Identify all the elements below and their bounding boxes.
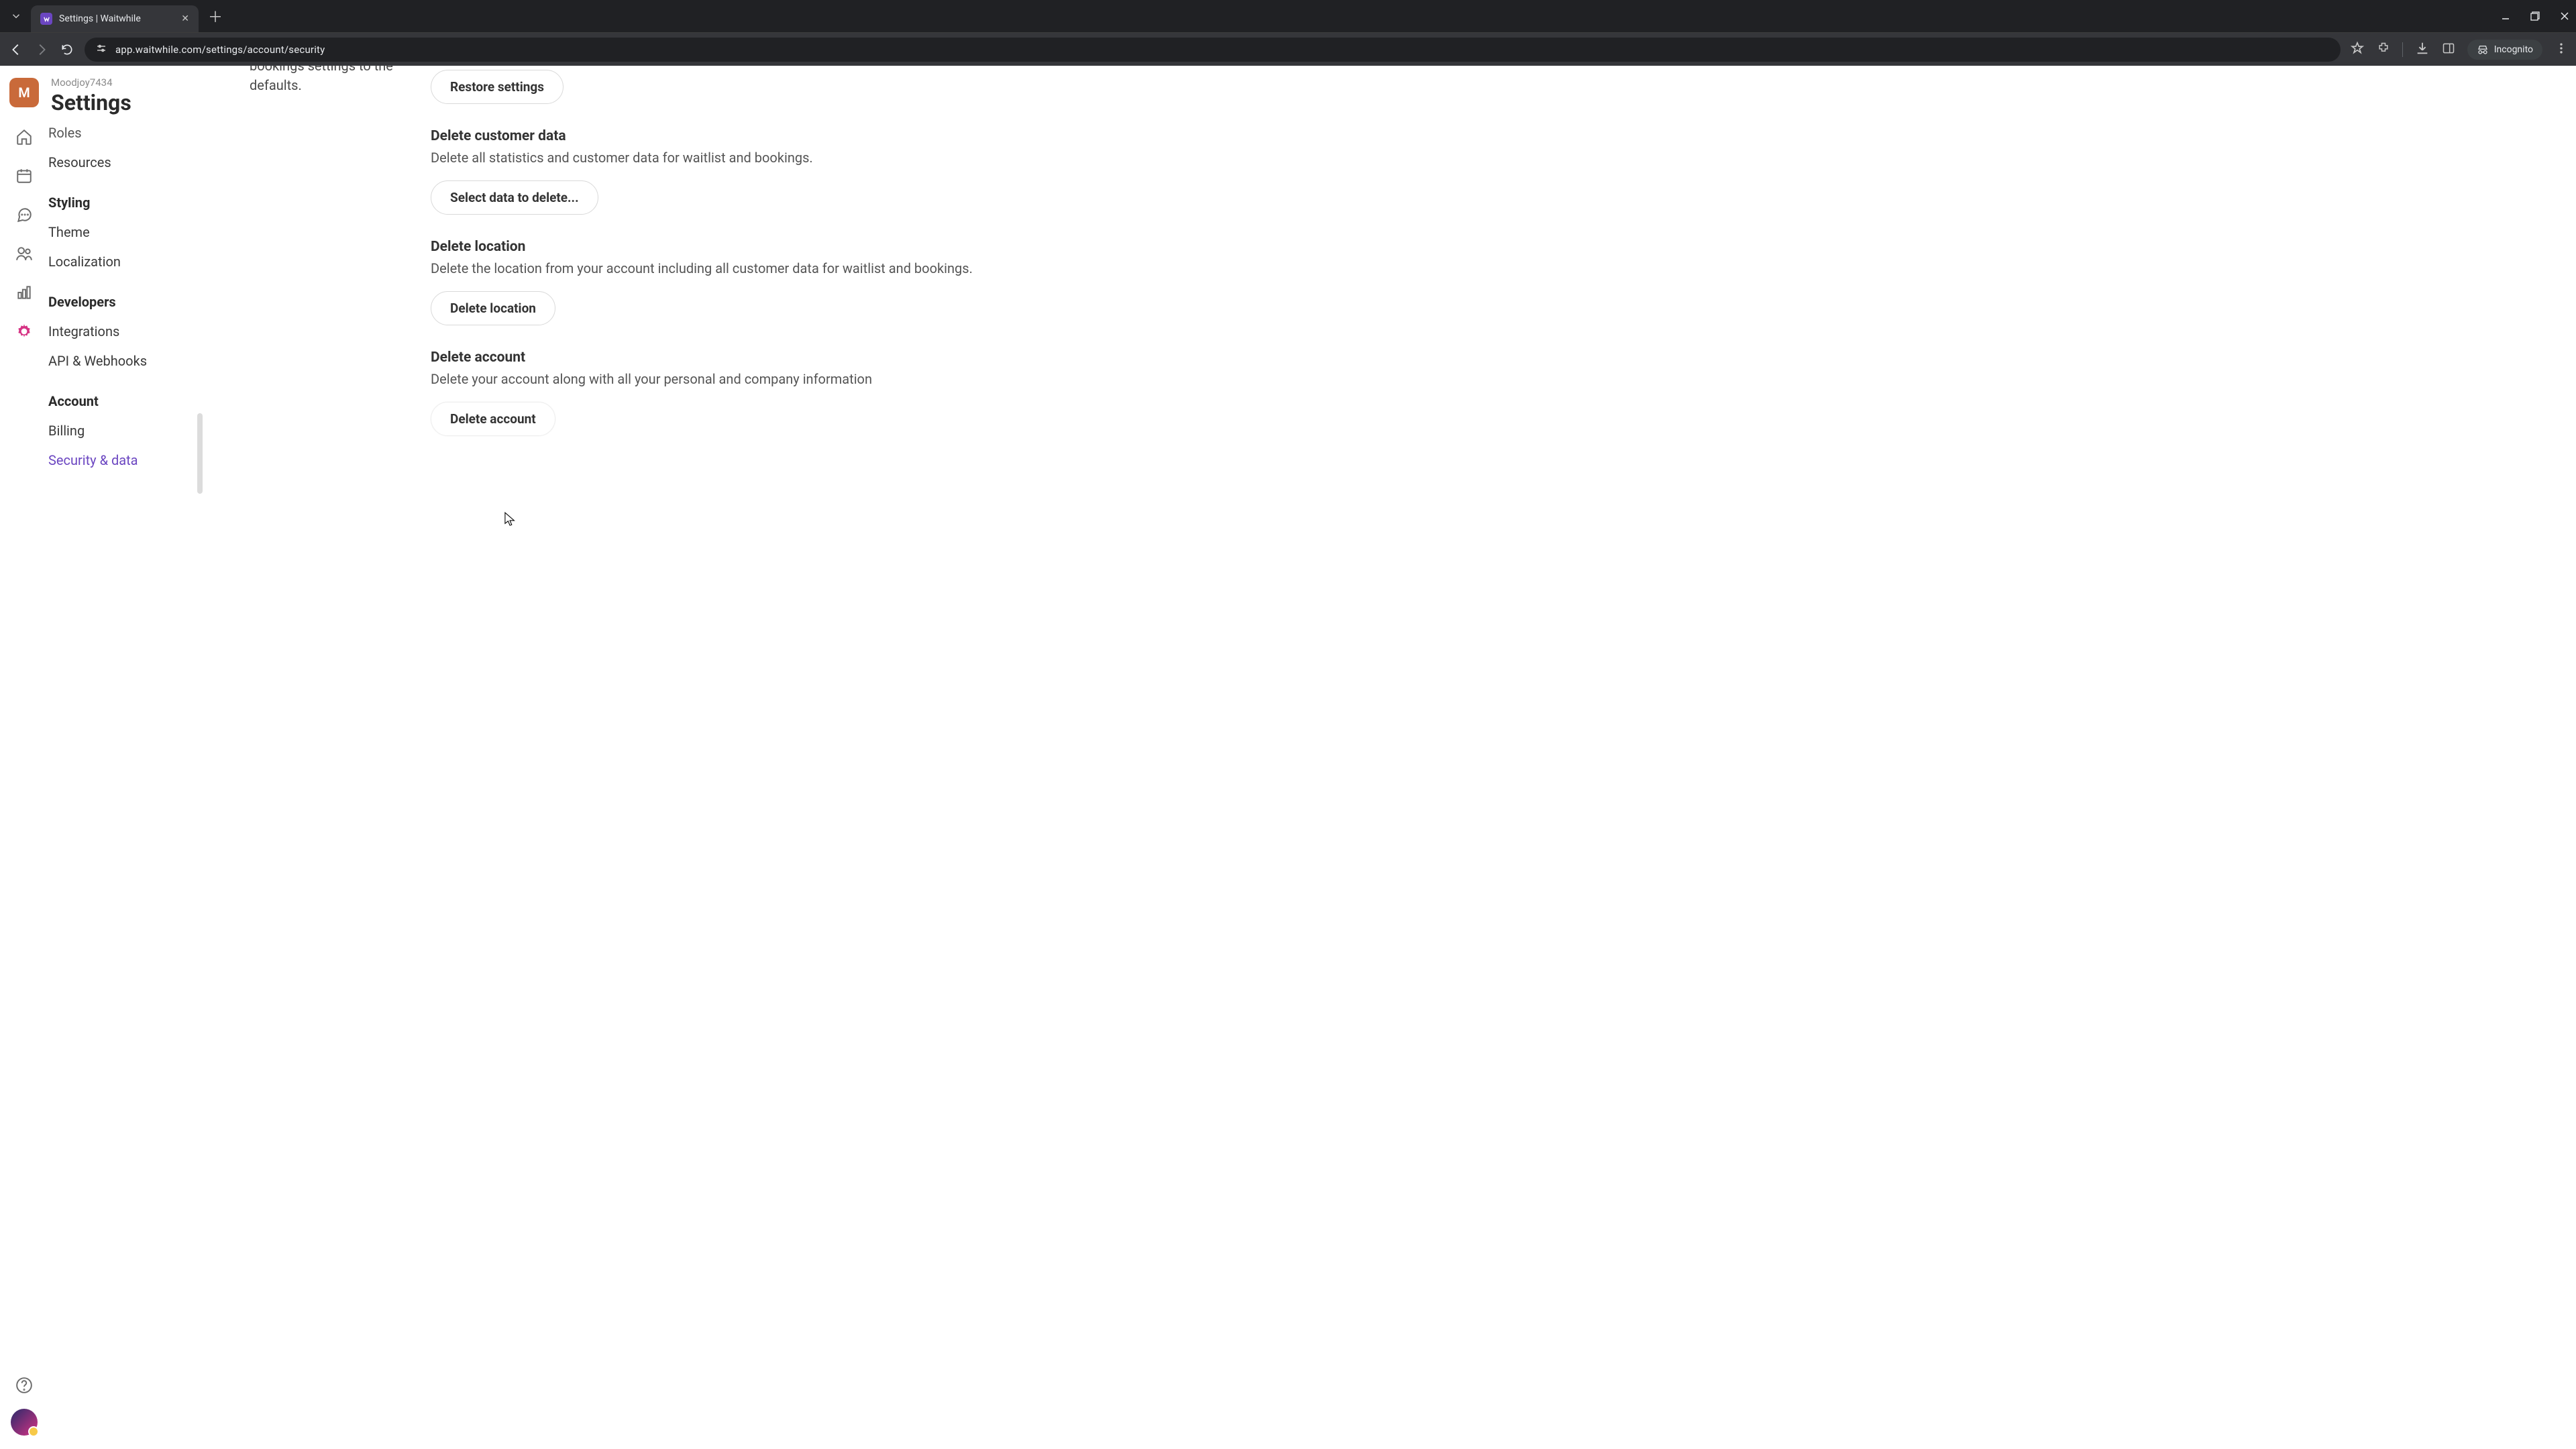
bookmark-star-icon[interactable] xyxy=(2350,41,2365,58)
users-icon[interactable] xyxy=(15,244,34,263)
user-avatar[interactable] xyxy=(11,1409,38,1436)
url-text: app.waitwhile.com/settings/account/secur… xyxy=(115,44,325,56)
sidebar-item-localization[interactable]: Localization xyxy=(48,247,203,276)
sidebar-heading-account: Account xyxy=(48,393,203,409)
sidebar-scrollbar[interactable] xyxy=(197,413,203,494)
settings-gear-icon[interactable] xyxy=(15,322,34,341)
sidebar-item-billing[interactable]: Billing xyxy=(48,416,203,445)
tab-title: Settings | Waitwhile xyxy=(59,13,141,24)
help-icon[interactable] xyxy=(14,1375,34,1395)
delete-account-title: Delete account xyxy=(431,350,981,366)
browser-toolbar: app.waitwhile.com/settings/account/secur… xyxy=(0,32,2576,66)
browser-tab[interactable]: Settings | Waitwhile ✕ xyxy=(31,5,199,32)
downloads-icon[interactable] xyxy=(2415,41,2430,58)
sidebar-item-integrations[interactable]: Integrations xyxy=(48,317,203,346)
tab-search-dropdown[interactable] xyxy=(7,7,25,25)
section-description-column: bookings settings to the defaults. xyxy=(250,66,404,436)
app-icon-rail: M xyxy=(0,66,48,1449)
sidebar-item-api[interactable]: API & Webhooks xyxy=(48,346,203,376)
chat-icon[interactable] xyxy=(15,205,34,224)
extensions-icon[interactable] xyxy=(2377,42,2390,58)
incognito-label: Incognito xyxy=(2494,44,2533,55)
analytics-icon[interactable] xyxy=(15,283,34,302)
maximize-button[interactable] xyxy=(2530,11,2540,21)
select-data-to-delete-button[interactable]: Select data to delete... xyxy=(431,180,598,215)
window-controls xyxy=(2501,11,2569,21)
sidebar-item-resources[interactable]: Resources xyxy=(48,148,203,177)
delete-account-desc: Delete your account along with all your … xyxy=(431,370,981,388)
delete-customer-data-desc: Delete all statistics and customer data … xyxy=(431,148,981,167)
delete-customer-data-title: Delete customer data xyxy=(431,128,981,144)
sidebar-item-roles[interactable]: Roles xyxy=(48,125,203,148)
waitwhile-favicon xyxy=(40,13,52,25)
site-settings-icon[interactable] xyxy=(95,42,107,57)
address-bar[interactable]: app.waitwhile.com/settings/account/secur… xyxy=(85,38,2341,62)
reload-button[interactable] xyxy=(59,42,75,58)
sidepanel-icon[interactable] xyxy=(2442,42,2455,58)
home-icon[interactable] xyxy=(15,127,34,146)
close-window-button[interactable] xyxy=(2560,11,2569,21)
workspace-name: Moodjoy7434 xyxy=(48,76,203,89)
settings-sidebar: Moodjoy7434 Settings Roles Resources Sty… xyxy=(48,66,203,1449)
browser-tabstrip: Settings | Waitwhile ✕ ＋ xyxy=(0,0,2576,32)
sidebar-item-theme[interactable]: Theme xyxy=(48,217,203,247)
sidebar-heading-styling: Styling xyxy=(48,195,203,211)
minimize-button[interactable] xyxy=(2501,11,2510,21)
chrome-menu-icon[interactable] xyxy=(2555,42,2568,58)
back-button[interactable] xyxy=(8,42,24,58)
workspace-avatar[interactable]: M xyxy=(9,78,39,107)
toolbar-divider xyxy=(2402,42,2403,57)
delete-account-button[interactable]: Delete account xyxy=(431,402,555,436)
tab-close-icon[interactable]: ✕ xyxy=(181,13,189,24)
incognito-badge[interactable]: Incognito xyxy=(2467,40,2542,60)
forward-button[interactable] xyxy=(34,42,50,58)
new-tab-button[interactable]: ＋ xyxy=(208,5,223,27)
sidebar-item-security[interactable]: Security & data xyxy=(48,445,203,475)
restore-description-partial: bookings settings to the defaults. xyxy=(250,66,404,95)
page-title: Settings xyxy=(48,90,203,115)
sidebar-heading-developers: Developers xyxy=(48,294,203,310)
restore-settings-button[interactable]: Restore settings xyxy=(431,70,564,104)
calendar-icon[interactable] xyxy=(15,166,34,185)
delete-location-desc: Delete the location from your account in… xyxy=(431,259,981,278)
delete-location-button[interactable]: Delete location xyxy=(431,291,555,325)
main-content: bookings settings to the defaults. Resto… xyxy=(203,66,2576,1449)
delete-location-title: Delete location xyxy=(431,239,981,255)
